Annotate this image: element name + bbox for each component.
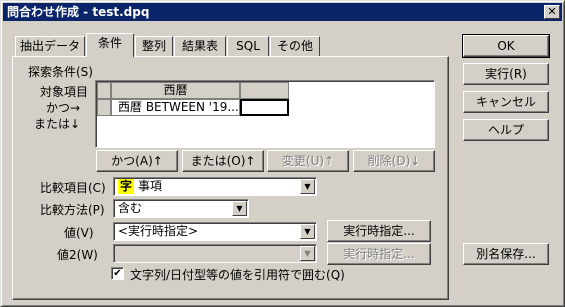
chevron-down-icon[interactable]: ▼ bbox=[300, 224, 315, 239]
tab-other[interactable]: その他 bbox=[270, 36, 320, 56]
grid-column-header[interactable]: 西暦 bbox=[111, 82, 240, 99]
help-button[interactable]: ヘルプ bbox=[463, 119, 549, 141]
window-title: 問合わせ作成 - test.dpq bbox=[7, 5, 150, 19]
title-bar: 問合わせ作成 - test.dpq ✕ bbox=[3, 3, 562, 21]
value2-combo[interactable]: ▼ bbox=[113, 244, 317, 263]
grid-condition-cell[interactable]: 西暦 BETWEEN '19... bbox=[111, 99, 240, 116]
value-combo-value: <実行時指定> bbox=[118, 224, 199, 238]
value-label: 値(V) bbox=[64, 226, 94, 240]
chevron-down-icon[interactable]: ▼ bbox=[300, 246, 315, 261]
ok-button[interactable]: OK bbox=[462, 34, 550, 58]
compare-item-label: 比較項目(C) bbox=[40, 181, 106, 195]
and-button[interactable]: かつ(A)↑ bbox=[96, 150, 178, 172]
chevron-down-icon[interactable]: ▼ bbox=[232, 201, 247, 216]
compare-method-combo[interactable]: 含む ▼ bbox=[113, 199, 249, 218]
row-label-or: または↓ bbox=[34, 117, 81, 131]
tab-sql[interactable]: SQL bbox=[227, 36, 269, 56]
criteria-group-label: 探索条件(S) bbox=[28, 65, 93, 79]
value2-label: 値2(W) bbox=[57, 248, 98, 262]
row-label-target: 対象項目 bbox=[40, 85, 89, 99]
chevron-down-icon[interactable]: ▼ bbox=[300, 179, 315, 194]
delete-button[interactable]: 削除(D)↓ bbox=[353, 150, 435, 172]
close-icon[interactable]: ✕ bbox=[544, 5, 560, 19]
tab-extract-data[interactable]: 抽出データ bbox=[15, 36, 85, 56]
compare-item-combo[interactable]: 字事項 ▼ bbox=[113, 177, 317, 196]
quote-checkbox-label[interactable]: 文字列/日付型等の値を引用符で囲む(Q) bbox=[130, 266, 345, 283]
compare-item-value: 事項 bbox=[138, 179, 163, 193]
value-combo[interactable]: <実行時指定> ▼ bbox=[113, 222, 317, 241]
compare-method-label: 比較方法(P) bbox=[40, 203, 105, 217]
row-label-and: かつ→ bbox=[46, 101, 81, 115]
grid-corner-cell bbox=[97, 82, 111, 99]
tab-conditions[interactable]: 条件 bbox=[86, 33, 134, 57]
quote-checkbox[interactable]: ✔ bbox=[111, 267, 124, 280]
string-type-icon: 字 bbox=[118, 179, 135, 194]
criteria-grid[interactable]: 西暦 西暦 BETWEEN '19... bbox=[95, 80, 435, 148]
cancel-button[interactable]: キャンセル bbox=[463, 91, 549, 113]
execute-button[interactable]: 実行(R) bbox=[463, 63, 549, 85]
value2-runtime-button[interactable]: 実行時指定... bbox=[327, 243, 431, 265]
grid-column-header-empty[interactable] bbox=[240, 82, 289, 99]
save-as-button[interactable]: 別名保存... bbox=[463, 243, 549, 265]
tab-result-table[interactable]: 結果表 bbox=[174, 36, 226, 56]
or-button[interactable]: または(O)↑ bbox=[182, 150, 264, 172]
modify-button[interactable]: 変更(U)↑ bbox=[267, 150, 349, 172]
query-dialog: 問合わせ作成 - test.dpq ✕ 抽出データ 条件 整列 結果表 SQL … bbox=[0, 0, 565, 307]
grid-row-header[interactable] bbox=[97, 99, 111, 116]
value-runtime-button[interactable]: 実行時指定... bbox=[327, 220, 431, 242]
grid-selected-cell[interactable] bbox=[240, 99, 289, 116]
tab-sort[interactable]: 整列 bbox=[135, 36, 173, 56]
compare-method-value: 含む bbox=[118, 201, 143, 215]
